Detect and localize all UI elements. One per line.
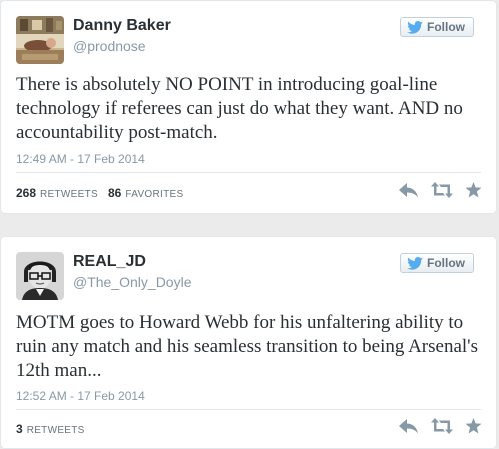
avatar[interactable] xyxy=(16,252,64,300)
follow-label: Follow xyxy=(427,256,465,270)
follow-button[interactable]: Follow xyxy=(400,17,474,37)
star-icon[interactable] xyxy=(465,418,482,434)
avatar[interactable] xyxy=(16,16,64,64)
display-name[interactable]: REAL_JD xyxy=(73,253,146,271)
twitter-bird-icon xyxy=(407,20,423,34)
follow-button[interactable]: Follow xyxy=(400,253,474,273)
tweet-actions xyxy=(399,418,482,434)
tweet-timestamp[interactable]: 12:52 AM - 17 Feb 2014 xyxy=(16,389,145,403)
reply-icon[interactable] xyxy=(399,418,419,434)
reply-icon[interactable] xyxy=(399,182,419,198)
tweet-actions xyxy=(399,182,482,198)
retweets-stat[interactable]: 3 RETWEETS xyxy=(16,422,85,436)
retweets-stat[interactable]: 268 RETWEETS xyxy=(16,186,98,200)
star-icon[interactable] xyxy=(465,182,482,198)
tweet-stats: 3 RETWEETS xyxy=(16,422,85,436)
divider xyxy=(16,172,481,173)
favorites-label: FAVORITES xyxy=(125,189,184,200)
follow-label: Follow xyxy=(427,20,465,34)
retweet-icon[interactable] xyxy=(431,418,453,434)
tweet-stats: 268 RETWEETS 86 FAVORITES xyxy=(16,186,183,200)
twitter-bird-icon xyxy=(407,256,423,270)
retweets-count: 3 xyxy=(16,422,23,436)
tweet-text: There is absolutely NO POINT in introduc… xyxy=(16,74,463,143)
tweet-card: Danny Baker @prodnose Follow There is ab… xyxy=(0,0,497,214)
retweets-count: 268 xyxy=(16,186,37,200)
retweets-label: RETWEETS xyxy=(26,425,85,436)
tweet-card: REAL_JD @The_Only_Doyle Follow MOTM goes… xyxy=(0,236,497,449)
user-handle[interactable]: @prodnose xyxy=(73,38,146,54)
retweets-label: RETWEETS xyxy=(40,189,98,200)
favorites-stat[interactable]: 86 FAVORITES xyxy=(108,186,183,200)
divider xyxy=(16,409,481,410)
retweet-icon[interactable] xyxy=(431,182,453,198)
display-name[interactable]: Danny Baker xyxy=(73,17,171,35)
favorites-count: 86 xyxy=(108,186,122,200)
tweet-timestamp[interactable]: 12:49 AM - 17 Feb 2014 xyxy=(16,152,145,166)
user-handle[interactable]: @The_Only_Doyle xyxy=(73,274,192,290)
tweet-text: MOTM goes to Howard Webb for his unfalte… xyxy=(16,312,478,381)
